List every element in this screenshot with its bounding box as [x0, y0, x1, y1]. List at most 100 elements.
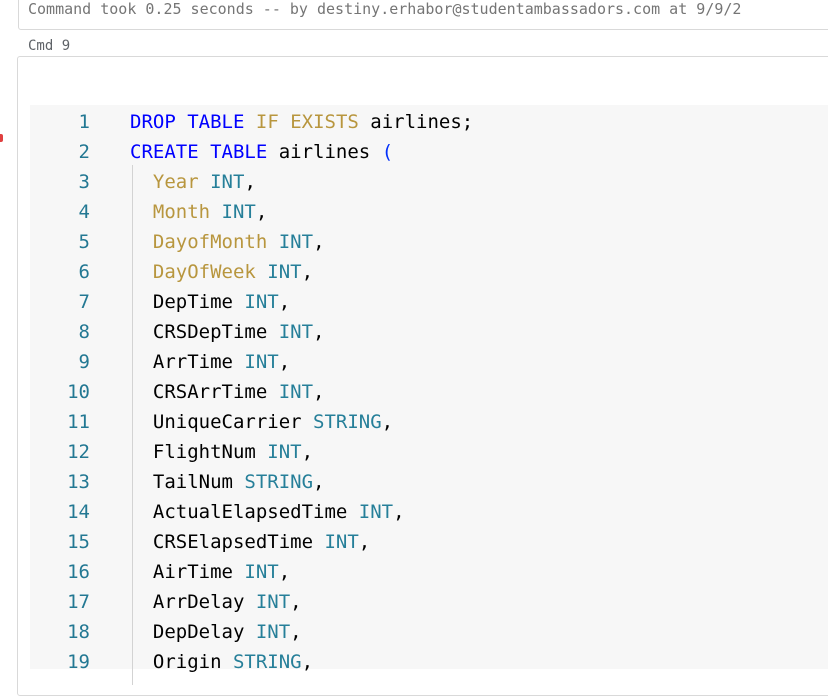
line-number: 5 — [78, 231, 90, 253]
code-token: INT — [221, 201, 256, 223]
code-token: , — [244, 171, 256, 193]
code-text: ArrDelay INT, — [130, 587, 302, 617]
line-number: 3 — [78, 171, 90, 193]
code-text: Origin STRING, — [130, 647, 313, 677]
code-line[interactable]: 5 DayofMonth INT, — [30, 227, 828, 257]
cell-command-label: Cmd 9 — [28, 38, 71, 54]
code-token: TABLE — [210, 141, 268, 163]
code-token: ActualElapsedTime — [130, 501, 359, 523]
code-token: STRING — [313, 411, 382, 433]
code-token: , — [278, 351, 291, 373]
command-status-text: Command took 0.25 seconds -- by destiny.… — [28, 0, 742, 18]
code-text: CREATE TABLE airlines ( — [130, 137, 393, 167]
line-number: 6 — [78, 261, 90, 283]
code-token: , — [313, 381, 325, 403]
code-token: DepDelay — [130, 621, 256, 643]
code-token: , — [278, 291, 291, 313]
code-line[interactable]: 13 TailNum STRING, — [30, 467, 828, 497]
code-line[interactable]: 1 DROP TABLE IF EXISTS airlines; — [30, 107, 828, 137]
code-text: Month INT, — [130, 197, 267, 227]
code-line[interactable]: 19 Origin STRING, — [30, 647, 828, 677]
code-token: INT — [267, 261, 302, 283]
code-token: ( — [381, 141, 394, 163]
code-token: INT — [244, 351, 279, 373]
code-token: , — [313, 321, 325, 343]
code-token: INT — [324, 531, 359, 553]
code-text: TailNum STRING, — [130, 467, 325, 497]
code-text: ArrTime INT, — [130, 347, 290, 377]
code-token: airlines; — [358, 111, 474, 133]
code-token: , — [255, 201, 268, 223]
code-token: Month — [152, 201, 211, 223]
line-number: 11 — [67, 411, 90, 433]
code-text: CRSArrTime INT, — [130, 377, 325, 407]
line-number: 19 — [67, 651, 90, 673]
code-text: DepTime INT, — [130, 287, 290, 317]
code-line[interactable]: 8 CRSDepTime INT, — [30, 317, 828, 347]
code-token: IF — [255, 111, 279, 133]
code-token: ArrDelay — [130, 591, 256, 613]
code-token: Origin — [130, 651, 233, 673]
code-token: , — [290, 591, 302, 613]
code-line[interactable]: 7 DepTime INT, — [30, 287, 828, 317]
code-line[interactable]: 9 ArrTime INT, — [30, 347, 828, 377]
code-token: , — [313, 471, 325, 493]
code-token: airlines — [267, 141, 382, 163]
code-line[interactable]: 2 CREATE TABLE airlines ( — [30, 137, 828, 167]
code-line[interactable]: 17 ArrDelay INT, — [30, 587, 828, 617]
code-text: DayofMonth INT, — [130, 227, 325, 257]
line-number: 7 — [78, 291, 90, 313]
code-line[interactable]: 10 CRSArrTime INT, — [30, 377, 828, 407]
code-token: DROP — [130, 111, 176, 133]
code-token: INT — [244, 291, 279, 313]
code-text: ActualElapsedTime INT, — [130, 497, 405, 527]
code-line[interactable]: 12 FlightNum INT, — [30, 437, 828, 467]
cell-edge-marker — [0, 134, 3, 142]
code-token: INT — [278, 381, 314, 403]
code-editor[interactable]: 1 DROP TABLE IF EXISTS airlines; 2 CREATE T… — [30, 105, 828, 685]
code-token: INT — [210, 171, 245, 193]
code-token: INT — [278, 231, 314, 253]
code-line[interactable]: 18 DepDelay INT, — [30, 617, 828, 647]
code-text: AirTime INT, — [130, 557, 290, 587]
code-text: DayOfWeek INT, — [130, 257, 313, 287]
line-number: 4 — [78, 201, 90, 223]
code-text: CRSElapsedTime INT, — [130, 527, 370, 557]
code-line[interactable]: 3 Year INT, — [30, 167, 828, 197]
line-number: 10 — [67, 381, 90, 403]
code-token: , — [393, 501, 405, 523]
code-text: DROP TABLE IF EXISTS airlines; — [130, 107, 473, 137]
code-line[interactable]: 4 Month INT, — [30, 197, 828, 227]
code-token: CRSElapsedTime — [130, 531, 325, 553]
code-token: , — [313, 231, 325, 253]
code-token: FlightNum — [130, 441, 268, 463]
code-line[interactable]: 6 DayOfWeek INT, — [30, 257, 828, 287]
code-token: , — [301, 651, 314, 673]
line-number: 12 — [67, 441, 90, 463]
code-token: DayOfWeek — [152, 261, 256, 283]
code-token: TABLE — [187, 111, 245, 133]
code-line[interactable]: 14 ActualElapsedTime INT, — [30, 497, 828, 527]
code-token: INT — [278, 321, 314, 343]
code-token: EXISTS — [290, 111, 359, 133]
line-number: 15 — [67, 531, 90, 553]
code-line[interactable]: 16 AirTime INT, — [30, 557, 828, 587]
code-token: , — [301, 441, 314, 463]
code-text: FlightNum INT, — [130, 437, 313, 467]
code-token: STRING — [232, 651, 302, 673]
code-line[interactable]: 11 UniqueCarrier STRING, — [30, 407, 828, 437]
code-line[interactable]: 15 CRSElapsedTime INT, — [30, 527, 828, 557]
line-number: 16 — [67, 561, 90, 583]
line-number: 18 — [67, 621, 90, 643]
code-token: , — [381, 411, 394, 433]
